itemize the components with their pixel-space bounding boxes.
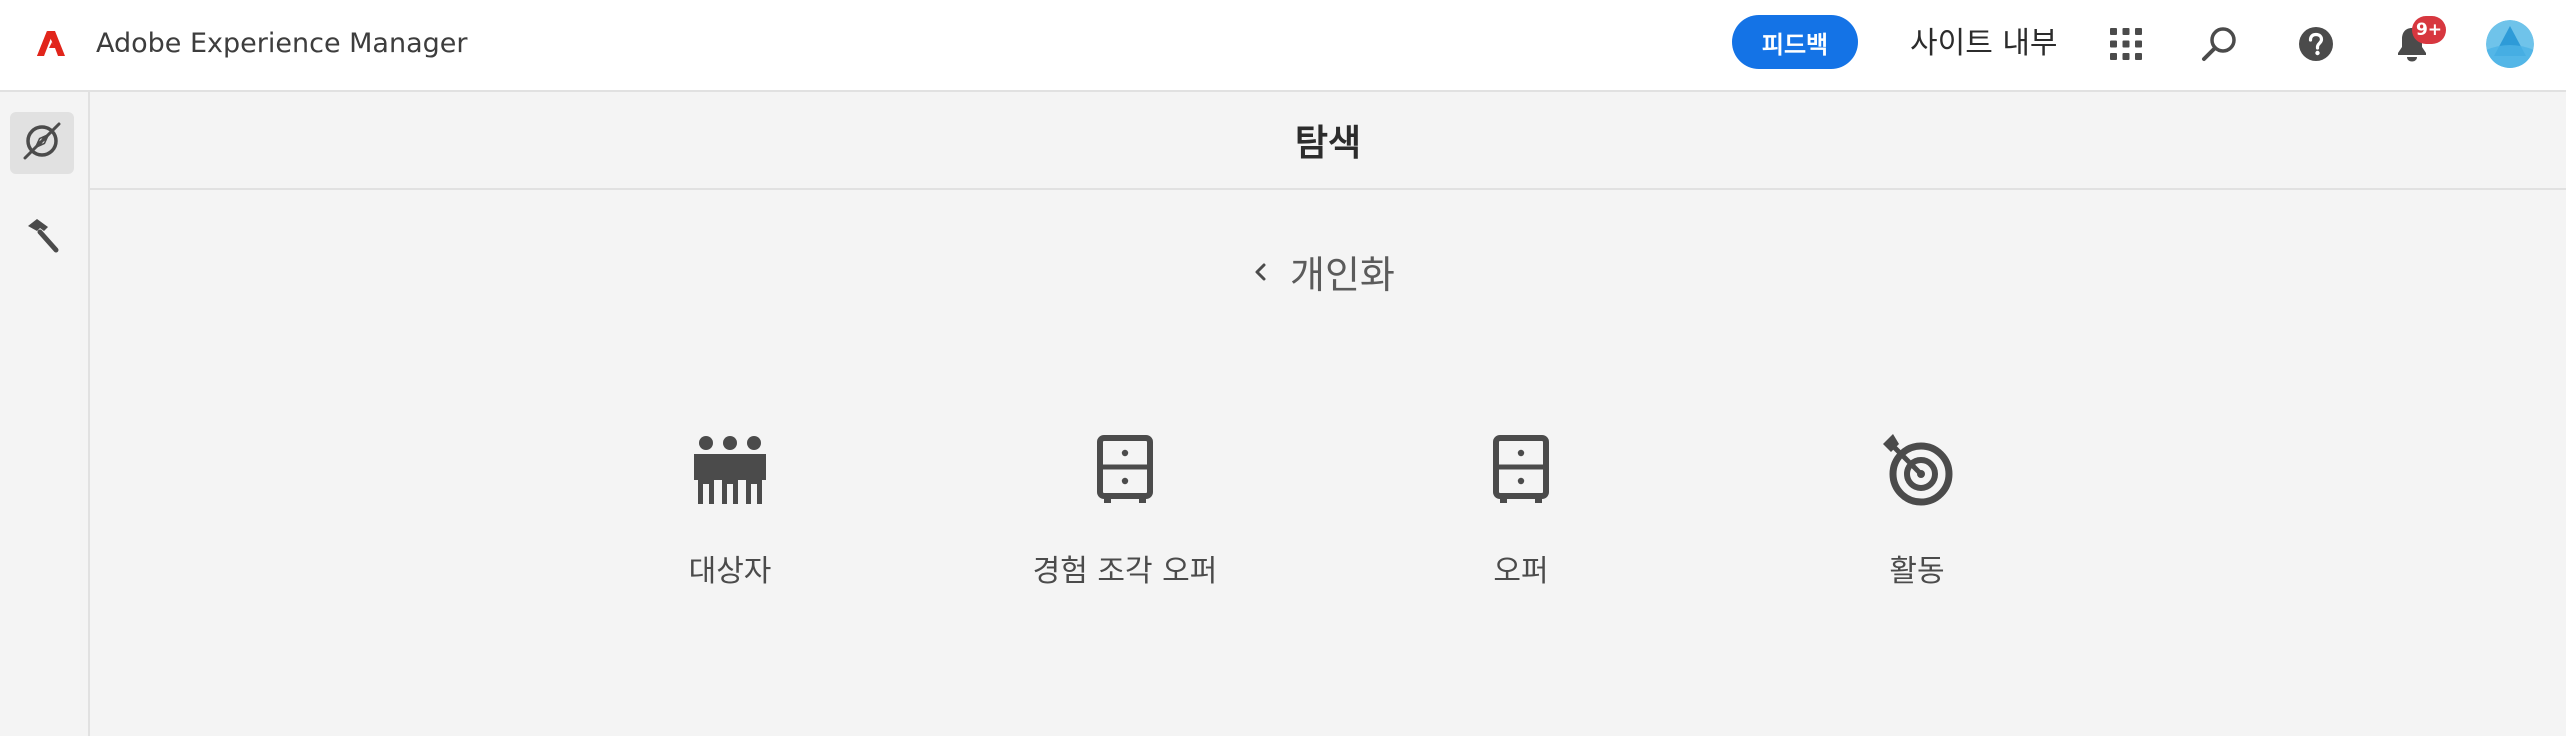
tile-label: 활동 — [1889, 554, 1945, 589]
tile-label: 오퍼 — [1493, 554, 1549, 589]
rail-tools-button[interactable] — [10, 206, 74, 268]
page-header: 탐색 — [90, 92, 2566, 190]
breadcrumb-back[interactable]: 개인화 — [1250, 244, 1395, 299]
hammer-icon — [22, 215, 62, 259]
top-bar: Adobe Experience Manager 피드백 사이트 내부 9+ — [0, 0, 2566, 92]
tile-audiences[interactable]: 대상자 — [610, 430, 850, 610]
site-internal-link[interactable]: 사이트 내부 — [1910, 24, 2058, 64]
notification-badge: 9+ — [2412, 16, 2446, 44]
breadcrumb-label: 개인화 — [1290, 253, 1395, 297]
cabinet-icon — [1481, 430, 1561, 510]
feedback-button[interactable]: 피드백 — [1732, 15, 1858, 69]
target-icon — [1877, 430, 1957, 510]
app-title[interactable]: Adobe Experience Manager — [96, 26, 468, 62]
help-icon[interactable] — [2294, 22, 2338, 66]
compass-icon — [20, 119, 64, 167]
tile-offers[interactable]: 오퍼 — [1401, 430, 1641, 610]
avatar[interactable] — [2486, 20, 2534, 68]
tile-activities[interactable]: 활동 — [1797, 430, 2037, 610]
rail-navigation-button[interactable] — [10, 112, 74, 174]
chevron-left-icon — [1250, 261, 1272, 283]
search-icon[interactable] — [2198, 22, 2242, 66]
tile-experience-fragment-offers[interactable]: 경험 조각 오퍼 — [1005, 430, 1245, 610]
adobe-logo[interactable] — [36, 28, 66, 58]
apps-grid-icon[interactable] — [2104, 22, 2148, 66]
tile-label: 경험 조각 오퍼 — [1032, 554, 1218, 589]
tile-label: 대상자 — [688, 554, 772, 589]
audience-icon — [690, 430, 770, 510]
cabinet-icon — [1085, 430, 1165, 510]
side-rail — [0, 92, 90, 736]
page-title: 탐색 — [1294, 123, 1362, 164]
